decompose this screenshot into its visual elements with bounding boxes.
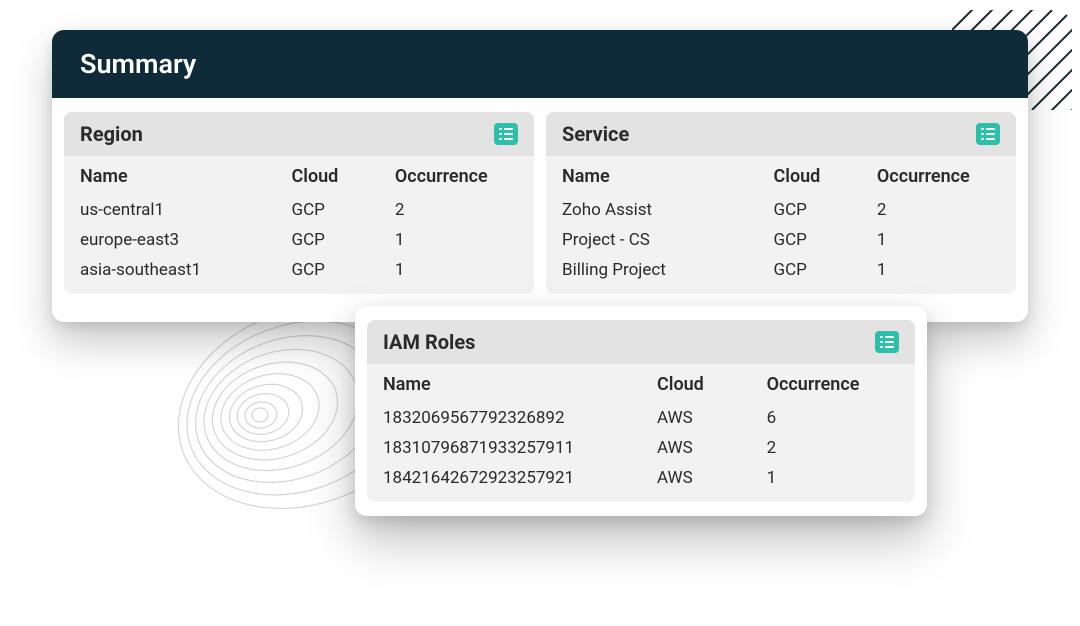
list-icon[interactable] xyxy=(976,123,1000,145)
cell-name: europe-east3 xyxy=(64,225,276,255)
col-cloud: Cloud xyxy=(276,156,379,195)
table-row: Project - CS GCP 1 xyxy=(546,225,1016,255)
cell-name: asia-southeast1 xyxy=(64,255,276,294)
cell-name: Project - CS xyxy=(546,225,758,255)
table-row: Zoho Assist GCP 2 xyxy=(546,195,1016,225)
table-row: 18310796871933257911 AWS 2 xyxy=(367,433,915,463)
cell-cloud: AWS xyxy=(641,433,751,463)
cell-cloud: GCP xyxy=(276,255,379,294)
iam-roles-panel-header: IAM Roles xyxy=(367,320,915,364)
summary-body: Region Name Cloud Occurrence xyxy=(52,98,1028,308)
cell-cloud: GCP xyxy=(758,255,861,294)
cell-cloud: GCP xyxy=(276,225,379,255)
table-row: 1832069567792326892 AWS 6 xyxy=(367,403,915,433)
cell-name: 1832069567792326892 xyxy=(367,403,641,433)
summary-title: Summary xyxy=(52,30,1028,98)
iam-roles-panel: IAM Roles Name Cloud Occurrence 18320695… xyxy=(367,320,915,502)
cell-occurrence: 2 xyxy=(751,433,915,463)
cell-occurrence: 1 xyxy=(861,225,1016,255)
col-occurrence: Occurrence xyxy=(751,364,915,403)
cell-cloud: GCP xyxy=(758,225,861,255)
table-row: asia-southeast1 GCP 1 xyxy=(64,255,534,294)
col-name: Name xyxy=(546,156,758,195)
iam-roles-panel-title: IAM Roles xyxy=(383,330,475,354)
summary-card: Summary Region Name Cloud Occurrence xyxy=(52,30,1028,322)
cell-cloud: GCP xyxy=(276,195,379,225)
service-panel: Service Name Cloud Occurrence xyxy=(546,112,1016,294)
iam-roles-card: IAM Roles Name Cloud Occurrence 18320695… xyxy=(355,306,927,516)
col-name: Name xyxy=(367,364,641,403)
service-panel-header: Service xyxy=(546,112,1016,156)
cell-occurrence: 1 xyxy=(751,463,915,502)
table-header-row: Name Cloud Occurrence xyxy=(546,156,1016,195)
cell-occurrence: 2 xyxy=(861,195,1016,225)
cell-name: us-central1 xyxy=(64,195,276,225)
region-panel-header: Region xyxy=(64,112,534,156)
service-table: Name Cloud Occurrence Zoho Assist GCP 2 … xyxy=(546,156,1016,294)
table-header-row: Name Cloud Occurrence xyxy=(367,364,915,403)
col-cloud: Cloud xyxy=(641,364,751,403)
iam-roles-table: Name Cloud Occurrence 183206956779232689… xyxy=(367,364,915,502)
service-panel-title: Service xyxy=(562,122,629,146)
cell-name: Zoho Assist xyxy=(546,195,758,225)
cell-occurrence: 1 xyxy=(379,255,534,294)
table-row: 18421642672923257921 AWS 1 xyxy=(367,463,915,502)
col-cloud: Cloud xyxy=(758,156,861,195)
col-occurrence: Occurrence xyxy=(861,156,1016,195)
cell-occurrence: 6 xyxy=(751,403,915,433)
cell-occurrence: 1 xyxy=(379,225,534,255)
region-panel: Region Name Cloud Occurrence xyxy=(64,112,534,294)
table-row: us-central1 GCP 2 xyxy=(64,195,534,225)
cell-cloud: AWS xyxy=(641,403,751,433)
cell-name: Billing Project xyxy=(546,255,758,294)
region-panel-title: Region xyxy=(80,122,143,146)
cell-name: 18421642672923257921 xyxy=(367,463,641,502)
list-icon[interactable] xyxy=(494,123,518,145)
table-row: europe-east3 GCP 1 xyxy=(64,225,534,255)
cell-name: 18310796871933257911 xyxy=(367,433,641,463)
cell-cloud: AWS xyxy=(641,463,751,502)
cell-cloud: GCP xyxy=(758,195,861,225)
col-name: Name xyxy=(64,156,276,195)
region-table: Name Cloud Occurrence us-central1 GCP 2 … xyxy=(64,156,534,294)
table-row: Billing Project GCP 1 xyxy=(546,255,1016,294)
table-header-row: Name Cloud Occurrence xyxy=(64,156,534,195)
cell-occurrence: 2 xyxy=(379,195,534,225)
col-occurrence: Occurrence xyxy=(379,156,534,195)
list-icon[interactable] xyxy=(875,331,899,353)
cell-occurrence: 1 xyxy=(861,255,1016,294)
